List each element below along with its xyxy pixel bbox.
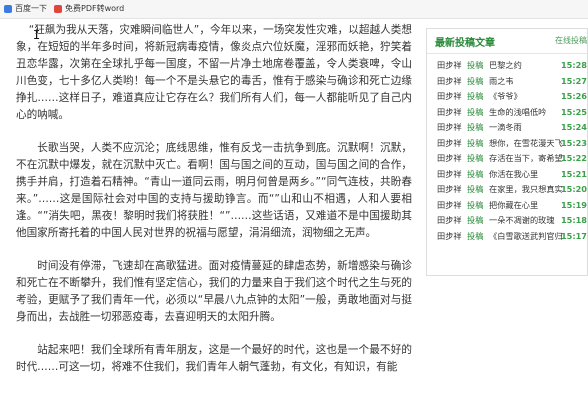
post-author[interactable]: 田步祥 <box>437 105 462 121</box>
article-body: “狂飙为我从天落，灾难瞬间临世人”，今年以来，一场突发性灾难，以超越人类想象，在… <box>16 22 412 392</box>
list-item[interactable]: 田步祥 投稿 想你，在雪花漫天飞 15:23 <box>427 136 587 152</box>
list-item[interactable]: 田步祥 投稿 存活在当下，寄希望 15:22 <box>427 151 587 167</box>
post-time: 15:19 <box>560 199 587 210</box>
baidu-icon <box>4 5 12 13</box>
post-title[interactable]: 在家里，我只想真实 <box>489 182 567 198</box>
post-category[interactable]: 投稿 <box>467 89 483 105</box>
list-item[interactable]: 田步祥 投稿 在家里，我只想真实 15:20 <box>427 182 587 198</box>
post-title[interactable]: 一滴冬雨 <box>489 120 567 136</box>
post-category[interactable]: 投稿 <box>467 120 483 136</box>
post-author[interactable]: 田步祥 <box>437 213 462 229</box>
post-category[interactable]: 投稿 <box>467 105 483 121</box>
post-category[interactable]: 投稿 <box>467 151 483 167</box>
list-item[interactable]: 田步祥 投稿 一滴冬雨 15:24 <box>427 120 587 136</box>
post-title[interactable]: 你活在我心里 <box>489 167 567 183</box>
panel-header: 最新投稿文章 在线投稿 <box>427 29 587 54</box>
bookmark-label: 百度一下 <box>15 4 47 13</box>
list-item[interactable]: 田步祥 投稿 巴黎之约 15:28 <box>427 58 587 74</box>
online-submit-link[interactable]: 在线投稿 <box>555 35 587 46</box>
post-category[interactable]: 投稿 <box>467 58 483 74</box>
post-author[interactable]: 田步祥 <box>437 198 462 214</box>
post-category[interactable]: 投稿 <box>467 167 483 183</box>
post-category[interactable]: 投稿 <box>467 229 483 245</box>
post-time: 15:22 <box>560 153 587 163</box>
post-time: 15:21 <box>560 168 587 179</box>
post-title[interactable]: 巴黎之约 <box>489 58 567 74</box>
post-category[interactable]: 投稿 <box>467 136 483 152</box>
list-item[interactable]: 田步祥 投稿 一朵不凋谢的玫瑰 15:18 <box>427 213 587 229</box>
post-title[interactable]: 《白雪歌送武判官归 <box>489 229 567 245</box>
list-item[interactable]: 田步祥 投稿 雨之韦 15:27 <box>427 74 587 90</box>
post-author[interactable]: 田步祥 <box>437 89 462 105</box>
post-list: 田步祥 投稿 巴黎之约 15:28 田步祥 投稿 雨之韦 15:27 田步祥 投稿 《爷爷》 15… <box>427 54 587 244</box>
post-time: 15:18 <box>560 215 587 225</box>
post-title[interactable]: 存活在当下，寄希望 <box>489 151 567 167</box>
pdf-icon <box>54 5 62 13</box>
post-title[interactable]: 一朵不凋谢的玫瑰 <box>489 213 567 229</box>
post-author[interactable]: 田步祥 <box>437 120 462 136</box>
panel-title: 最新投稿文章 <box>435 38 495 49</box>
bookmarks-bar: 百度一下 免费PDF转word <box>0 0 588 19</box>
post-title[interactable]: 《爷爷》 <box>489 89 567 105</box>
post-category[interactable]: 投稿 <box>467 213 483 229</box>
post-time: 15:25 <box>560 106 587 117</box>
bookmark-baidu[interactable]: 百度一下 <box>4 0 47 18</box>
article-paragraph: 站起来吧！我们全球所有青年朋友，这是一个最好的时代，这也是一个最不好的时代……可… <box>16 344 412 373</box>
post-title[interactable]: 把你藏在心里 <box>489 198 567 214</box>
post-time: 15:28 <box>560 60 587 70</box>
post-time: 15:17 <box>560 230 587 241</box>
article-paragraph: 长歌当哭，人类不应沉沦；底线思维，惟有反戈一击抗争到底。沉默啊！沉默，不在沉默中… <box>16 142 412 239</box>
post-author[interactable]: 田步祥 <box>437 167 462 183</box>
post-title[interactable]: 想你，在雪花漫天飞 <box>489 136 567 152</box>
post-category[interactable]: 投稿 <box>467 74 483 90</box>
post-author[interactable]: 田步祥 <box>437 136 462 152</box>
latest-posts-panel: 最新投稿文章 在线投稿 田步祥 投稿 巴黎之约 15:28 田步祥 投稿 雨之韦 15:27… <box>426 28 588 276</box>
post-author[interactable]: 田步祥 <box>437 74 462 90</box>
post-title[interactable]: 雨之韦 <box>489 74 567 90</box>
post-title[interactable]: 生命的浅唱低吟 <box>489 105 567 121</box>
post-author[interactable]: 田步祥 <box>437 182 462 198</box>
bookmark-pdf2word[interactable]: 免费PDF转word <box>54 0 124 18</box>
bookmark-label: 免费PDF转word <box>65 4 125 13</box>
post-author[interactable]: 田步祥 <box>437 229 462 245</box>
post-time: 15:23 <box>560 137 587 148</box>
list-item[interactable]: 田步祥 投稿 你活在我心里 15:21 <box>427 167 587 183</box>
post-author[interactable]: 田步祥 <box>437 58 462 74</box>
post-time: 15:27 <box>560 75 587 86</box>
article-paragraph: “狂飙为我从天落，灾难瞬间临世人”，今年以来，一场突发性灾难，以超越人类想象，在… <box>16 24 412 121</box>
list-item[interactable]: 田步祥 投稿 《白雪歌送武判官归 15:17 <box>427 229 587 245</box>
post-time: 15:26 <box>560 91 587 101</box>
post-time: 15:20 <box>560 184 587 194</box>
post-time: 15:24 <box>560 122 587 132</box>
list-item[interactable]: 田步祥 投稿 生命的浅唱低吟 15:25 <box>427 105 587 121</box>
post-category[interactable]: 投稿 <box>467 182 483 198</box>
list-item[interactable]: 田步祥 投稿 《爷爷》 15:26 <box>427 89 587 105</box>
post-author[interactable]: 田步祥 <box>437 151 462 167</box>
article-paragraph: 时间没有停滞，飞速却在高歌猛进。面对疫情蔓延的肆虐态势，新增感染与确诊和死亡在不… <box>16 260 412 323</box>
list-item[interactable]: 田步祥 投稿 把你藏在心里 15:19 <box>427 198 587 214</box>
post-category[interactable]: 投稿 <box>467 198 483 214</box>
